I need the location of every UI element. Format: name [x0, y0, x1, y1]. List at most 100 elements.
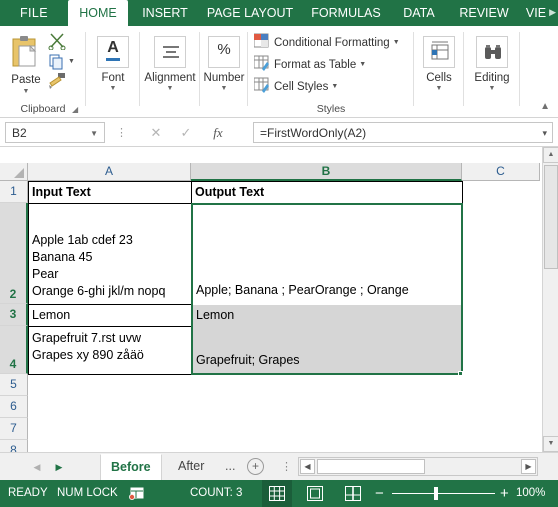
cells-button[interactable]: Cells ▼ [414, 36, 464, 93]
number-dropdown-caret-icon[interactable]: ▼ [200, 85, 248, 93]
cancel-x-icon[interactable]: ✕ [145, 123, 167, 143]
fill-handle[interactable] [458, 371, 463, 376]
scroll-down-arrow-icon[interactable]: ▼ [543, 436, 558, 452]
page-layout-view-button[interactable] [300, 480, 330, 507]
row-header-6[interactable]: 6 [0, 396, 28, 418]
conditional-formatting-caret-icon[interactable]: ▼ [393, 39, 400, 46]
tab-overflow-arrow-icon[interactable]: ▶ [549, 7, 556, 18]
copy-dropdown-caret-icon[interactable]: ▼ [68, 58, 75, 65]
cell-styles-button[interactable]: Cell Styles ▼ [254, 76, 338, 98]
page-break-view-button[interactable] [338, 480, 368, 507]
row-header-7[interactable]: 7 [0, 418, 28, 440]
ribbon-group-styles: Conditional Formatting ▼ Format as Table ▼ [248, 26, 414, 118]
row-header-4[interactable]: 4 [0, 326, 28, 374]
tab-review[interactable]: REVIEW [448, 0, 520, 26]
cell-b4[interactable]: Grapefruit; Grapes [193, 326, 461, 373]
name-box[interactable]: B2 ▼ [5, 122, 105, 143]
excel-window: FILE HOME INSERT PAGE LAYOUT FORMULAS DA… [0, 0, 558, 507]
tab-home[interactable]: HOME [68, 0, 128, 26]
tab-page-layout[interactable]: PAGE LAYOUT [198, 0, 302, 26]
styles-group-label: Styles [316, 103, 346, 115]
cells-dropdown-caret-icon[interactable]: ▼ [414, 85, 464, 93]
normal-view-button[interactable] [262, 480, 292, 507]
percent-icon: % [208, 36, 240, 68]
cell-a2[interactable]: Apple 1ab cdef 23 Banana 45 Pear Orange … [28, 203, 192, 305]
record-macro-icon[interactable] [129, 487, 144, 500]
formula-expand-caret-icon[interactable]: ▾ [542, 123, 547, 142]
editing-label: Editing [474, 72, 510, 84]
cell-a4[interactable]: Grapefruit 7.rst uvw Grapes xy 890 zåäö [28, 326, 192, 375]
hscroll-left-arrow-icon[interactable]: ◀ [300, 459, 315, 474]
next-sheet-arrow-icon[interactable]: ▶ [50, 459, 68, 475]
number-button[interactable]: % Number ▼ [200, 36, 248, 93]
vertical-scroll-thumb[interactable] [544, 165, 558, 269]
ribbon-group-alignment: Alignment ▼ [140, 26, 200, 118]
zoom-slider-track[interactable] [392, 493, 495, 494]
zoom-slider-thumb[interactable] [434, 487, 438, 500]
column-header-b[interactable]: B [191, 163, 462, 181]
zoom-out-button[interactable]: − [375, 480, 384, 507]
cell-b1[interactable]: Output Text [191, 181, 463, 204]
tab-formulas[interactable]: FORMULAS [302, 0, 390, 26]
format-painter-icon[interactable] [48, 72, 68, 90]
cell-a3[interactable]: Lemon [28, 304, 192, 327]
row-header-8[interactable]: 8 [0, 440, 28, 452]
select-all-corner[interactable] [0, 163, 28, 181]
sheet-tab-overflow[interactable]: ... [215, 454, 245, 480]
paste-icon [12, 36, 37, 67]
collapse-ribbon-icon[interactable]: ▲ [540, 101, 550, 112]
check-icon[interactable]: ✓ [175, 123, 197, 143]
horizontal-scrollbar[interactable]: ◀ ▶ [298, 457, 538, 476]
conditional-formatting-button[interactable]: Conditional Formatting ▼ [254, 32, 400, 54]
copy-icon[interactable] [49, 54, 65, 70]
cell-styles-caret-icon[interactable]: ▼ [331, 83, 338, 90]
fx-icon[interactable]: fx [207, 123, 229, 143]
status-num-lock: NUM LOCK [57, 487, 118, 499]
name-box-caret-icon[interactable]: ▼ [90, 123, 98, 144]
add-sheet-plus-icon[interactable]: + [247, 458, 264, 475]
paste-dropdown-caret-icon[interactable]: ▼ [2, 88, 50, 95]
prev-sheet-arrow-icon[interactable]: ◀ [28, 459, 46, 475]
cell-b3[interactable]: Lemon [193, 305, 461, 326]
clipboard-dialog-launcher-icon[interactable]: ◢ [72, 105, 78, 114]
font-button[interactable]: A Font ▼ [86, 36, 140, 93]
row-header-3[interactable]: 3 [0, 304, 28, 326]
format-as-table-caret-icon[interactable]: ▼ [359, 61, 366, 68]
editing-dropdown-caret-icon[interactable]: ▼ [464, 85, 520, 93]
hscroll-right-arrow-icon[interactable]: ▶ [521, 459, 536, 474]
vertical-scrollbar[interactable]: ▲ ▼ [542, 147, 558, 452]
status-bar: READY NUM LOCK COUNT: 3 − + 100% [0, 480, 558, 507]
cell-b2[interactable]: Apple; Banana ; PearOrange ; Orange [193, 203, 461, 303]
font-dropdown-caret-icon[interactable]: ▼ [86, 85, 140, 93]
tab-view[interactable]: VIE [520, 0, 552, 26]
alignment-button[interactable]: Alignment ▼ [140, 36, 200, 93]
editing-button[interactable]: Editing ▼ [464, 36, 520, 93]
conditional-formatting-icon [254, 33, 269, 48]
formula-bar: B2 ▼ ⋮ ✕ ✓ fx =FirstWordOnly(A2) ▾ [0, 119, 558, 147]
scroll-up-arrow-icon[interactable]: ▲ [543, 147, 558, 163]
paste-button[interactable]: Paste ▼ [0, 30, 52, 100]
format-as-table-label: Format as Table [274, 59, 357, 71]
column-header-c[interactable]: C [462, 163, 540, 181]
sheet-menu-dots-icon[interactable]: ⋮ [281, 460, 292, 473]
horizontal-scroll-thumb[interactable] [317, 459, 425, 474]
tab-insert[interactable]: INSERT [132, 0, 198, 26]
cell-a1[interactable]: Input Text [28, 181, 192, 204]
alignment-dropdown-caret-icon[interactable]: ▼ [140, 85, 200, 93]
zoom-in-button[interactable]: + [500, 480, 509, 507]
sheet-tab-before[interactable]: Before [100, 454, 162, 480]
row-header-2[interactable]: 2 [0, 203, 28, 304]
formula-bar-divider: ⋮ [116, 127, 127, 139]
row-header-5[interactable]: 5 [0, 374, 28, 396]
tab-file[interactable]: FILE [0, 0, 68, 26]
tab-data[interactable]: DATA [390, 0, 448, 26]
column-header-a[interactable]: A [28, 163, 191, 181]
align-lines-icon [154, 36, 186, 68]
zoom-level-label[interactable]: 100% [516, 480, 545, 507]
formula-input[interactable]: =FirstWordOnly(A2) ▾ [253, 122, 553, 143]
format-as-table-button[interactable]: Format as Table ▼ [254, 54, 366, 76]
page-break-icon [345, 486, 361, 501]
row-header-1[interactable]: 1 [0, 181, 28, 203]
scissors-icon[interactable] [48, 32, 68, 50]
sheet-tab-after[interactable]: After [168, 454, 214, 480]
